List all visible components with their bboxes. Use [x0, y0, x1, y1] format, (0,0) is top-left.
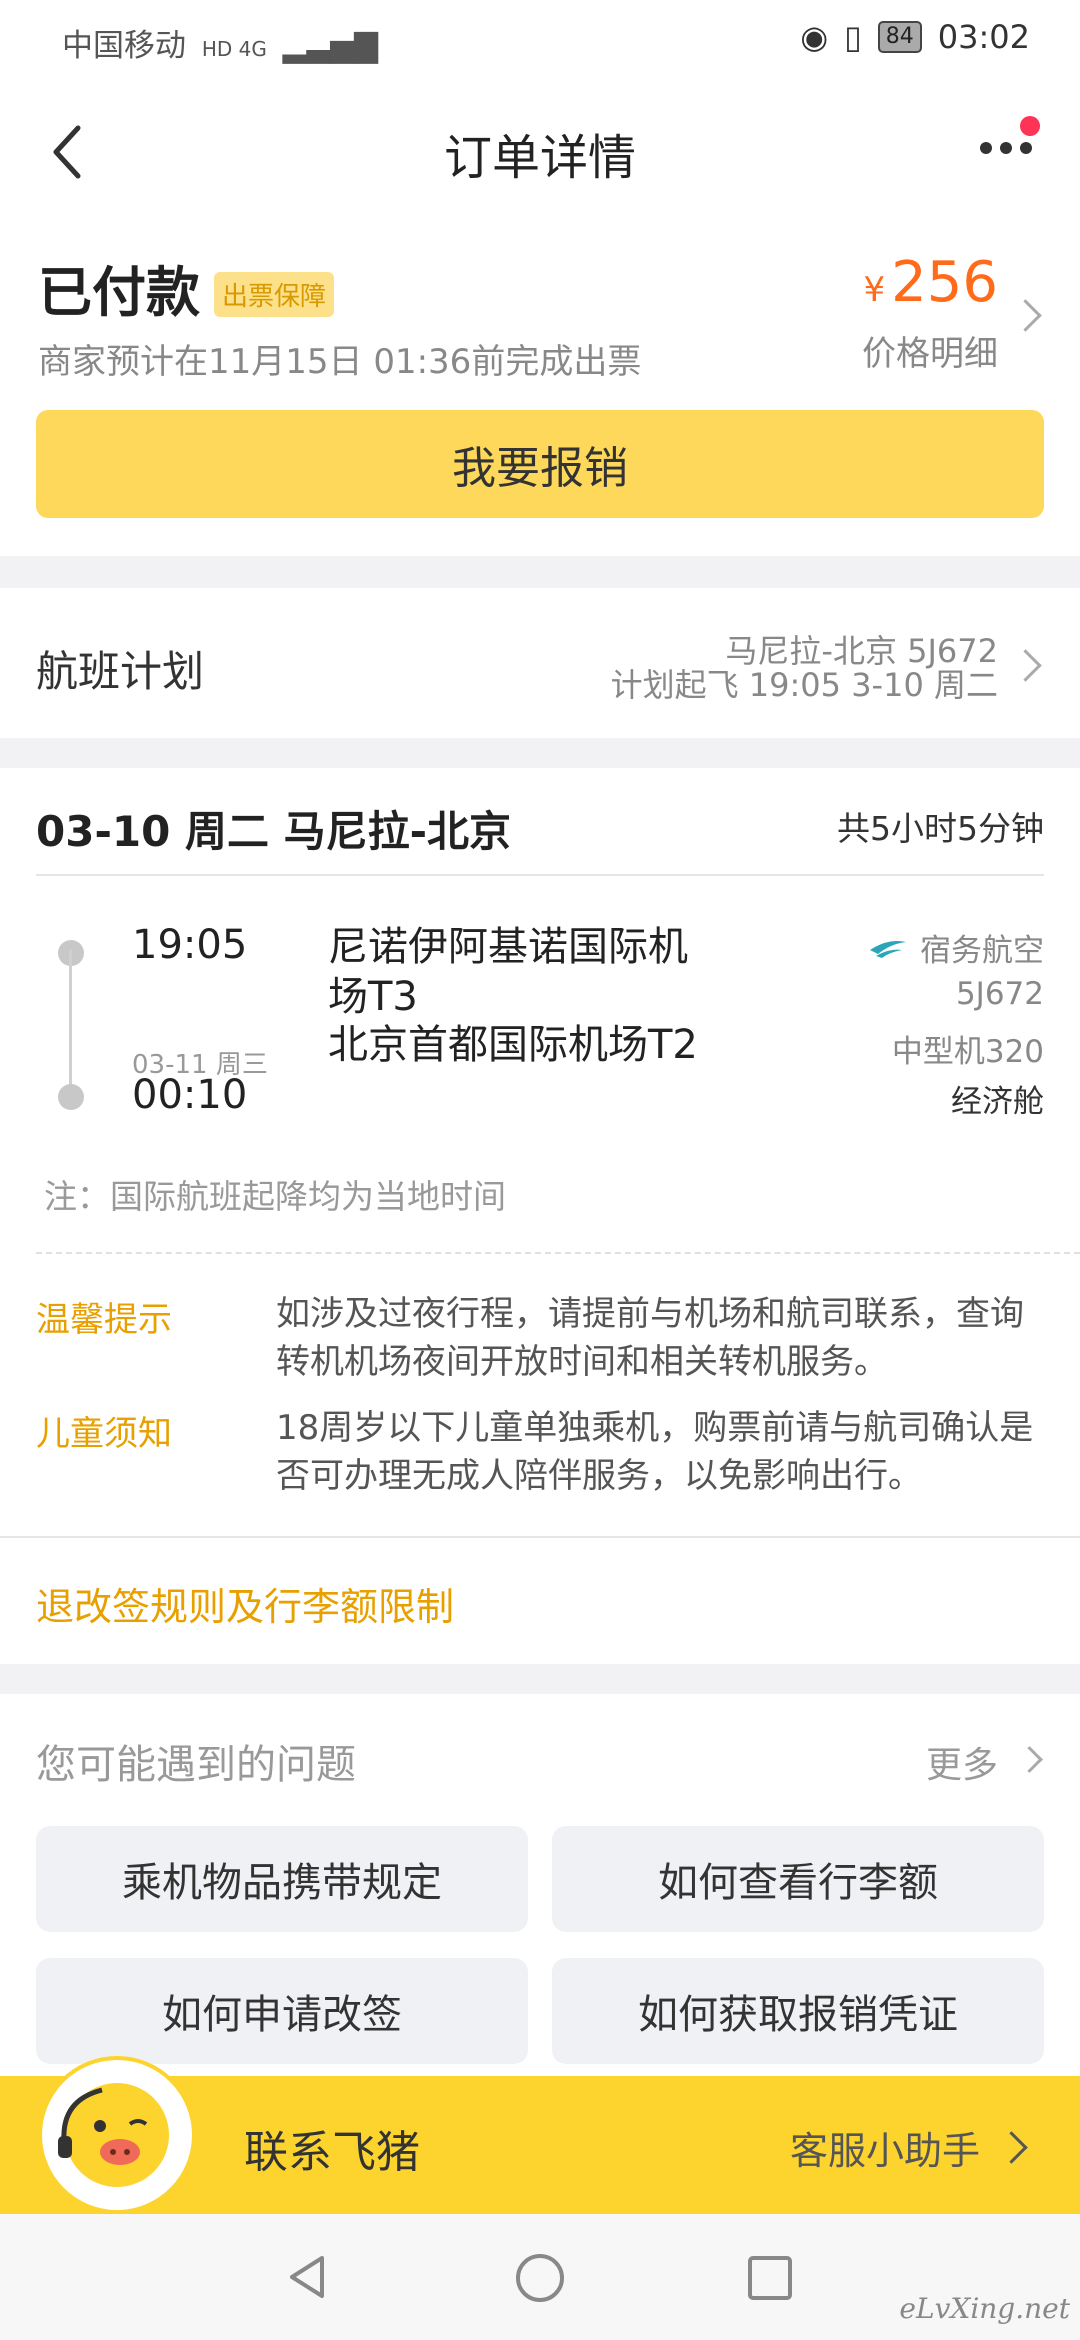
- price-value: 256: [891, 250, 998, 315]
- currency-symbol: ¥: [863, 270, 886, 310]
- status-right: ◉ ▯ 84 03:02: [800, 18, 1030, 56]
- watermark: eLvXing.net: [899, 2292, 1070, 2325]
- faq-item-invoice[interactable]: 如何获取报销凭证: [552, 1958, 1044, 2064]
- section-separator: [0, 1664, 1080, 1694]
- ticket-guarantee-badge: 出票保障: [214, 272, 335, 317]
- divider: [0, 1536, 1080, 1538]
- ticket-eta: 商家预计在11月15日 01:36前完成出票: [38, 342, 642, 382]
- status-left: 中国移动 HD 4G ▂▃▅▇: [62, 20, 378, 65]
- faq-item-change[interactable]: 如何申请改签: [36, 1958, 528, 2064]
- airline: 宿务航空: [868, 925, 1044, 970]
- timeline-line: [69, 950, 72, 1100]
- tip-label-child: 儿童须知: [36, 1414, 172, 1454]
- faq-item-carry-rules[interactable]: 乘机物品携带规定: [36, 1826, 528, 1932]
- faq-item-baggage[interactable]: 如何查看行李额: [552, 1826, 1044, 1932]
- section-separator: [0, 556, 1080, 588]
- depart-airport: 尼诺伊阿基诺国际机场T3: [328, 924, 688, 1020]
- flight-title: 03-10 周二 马尼拉-北京: [36, 807, 512, 856]
- time-note: 注：国际航班起降均为当地时间: [44, 1177, 506, 1216]
- signal-icon: ▂▃▅▇: [282, 28, 379, 64]
- pig-mascot-icon: [58, 2083, 169, 2187]
- nav-back-icon[interactable]: [282, 2252, 332, 2302]
- price-total[interactable]: ¥256: [863, 250, 998, 315]
- arrive-airport: 北京首都国际机场T2: [328, 1022, 698, 1068]
- faq-more-link[interactable]: 更多: [926, 1736, 998, 1788]
- chevron-right-icon: [995, 2131, 1028, 2164]
- tip-label-warm: 温馨提示: [36, 1300, 172, 1340]
- aircraft-type: 中型机320: [891, 1034, 1044, 1070]
- divider: [36, 874, 1044, 876]
- tip-text-child: 18周岁以下儿童单独乘机，购票前请与航司确认是否可办理无成人陪伴服务，以免影响出…: [276, 1408, 1034, 1496]
- flight-plan-schedule[interactable]: 计划起飞 19:05 3-10 周二: [611, 660, 998, 706]
- refund-rules-link[interactable]: 退改签规则及行李额限制: [36, 1576, 454, 1631]
- cabin-class: 经济舱: [951, 1084, 1044, 1120]
- page-title: 订单详情: [443, 130, 636, 186]
- depart-time: 19:05: [132, 922, 248, 968]
- arrive-time: 00:10: [132, 1072, 248, 1118]
- eye-icon: ◉: [800, 18, 829, 56]
- flight-timeline: [58, 940, 84, 1110]
- nav-home-icon[interactable]: [514, 2252, 566, 2304]
- payment-status: 已付款: [38, 261, 200, 324]
- chevron-right-icon: [1016, 1746, 1043, 1773]
- dashed-divider: [36, 1252, 1080, 1254]
- assistant-label: 客服小助手: [789, 2129, 980, 2173]
- battery-icon: 84: [877, 21, 922, 53]
- chevron-right-icon: [1009, 649, 1042, 682]
- flight-plan-label: 航班计划: [36, 647, 205, 696]
- mascot-avatar[interactable]: [38, 2056, 196, 2214]
- clock: 03:02: [937, 18, 1030, 56]
- more-dots-icon: [980, 116, 1040, 154]
- carrier-label: 中国移动: [62, 28, 186, 64]
- section-separator: [0, 738, 1080, 768]
- tip-text-warm: 如涉及过夜行程，请提前与机场和航司联系，查询转机机场夜间开放时间和相关转机服务。: [276, 1294, 1024, 1382]
- airline-name: 宿务航空: [920, 933, 1044, 969]
- price-detail-link[interactable]: 价格明细: [862, 326, 998, 375]
- faq-heading: 您可能遇到的问题: [36, 1742, 356, 1788]
- reimburse-button[interactable]: 我要报销: [36, 410, 1044, 518]
- flight-number: 5J672: [955, 976, 1044, 1012]
- vibrate-icon: ▯: [844, 18, 862, 56]
- arrive-dot: [58, 1084, 84, 1110]
- system-nav-bar: eLvXing.net: [0, 2214, 1080, 2340]
- nav-recents-icon[interactable]: [746, 2254, 794, 2302]
- contact-label: 联系飞猪: [244, 2127, 420, 2178]
- network-indicator: HD 4G: [201, 37, 267, 61]
- chevron-right-icon: [1009, 299, 1042, 332]
- airline-logo-icon: [870, 940, 906, 958]
- status-bar: 中国移动 HD 4G ▂▃▅▇ ◉ ▯ 84 03:02: [0, 0, 1080, 78]
- flight-duration: 共5小时5分钟: [837, 809, 1044, 848]
- more-menu-button[interactable]: [974, 116, 1044, 176]
